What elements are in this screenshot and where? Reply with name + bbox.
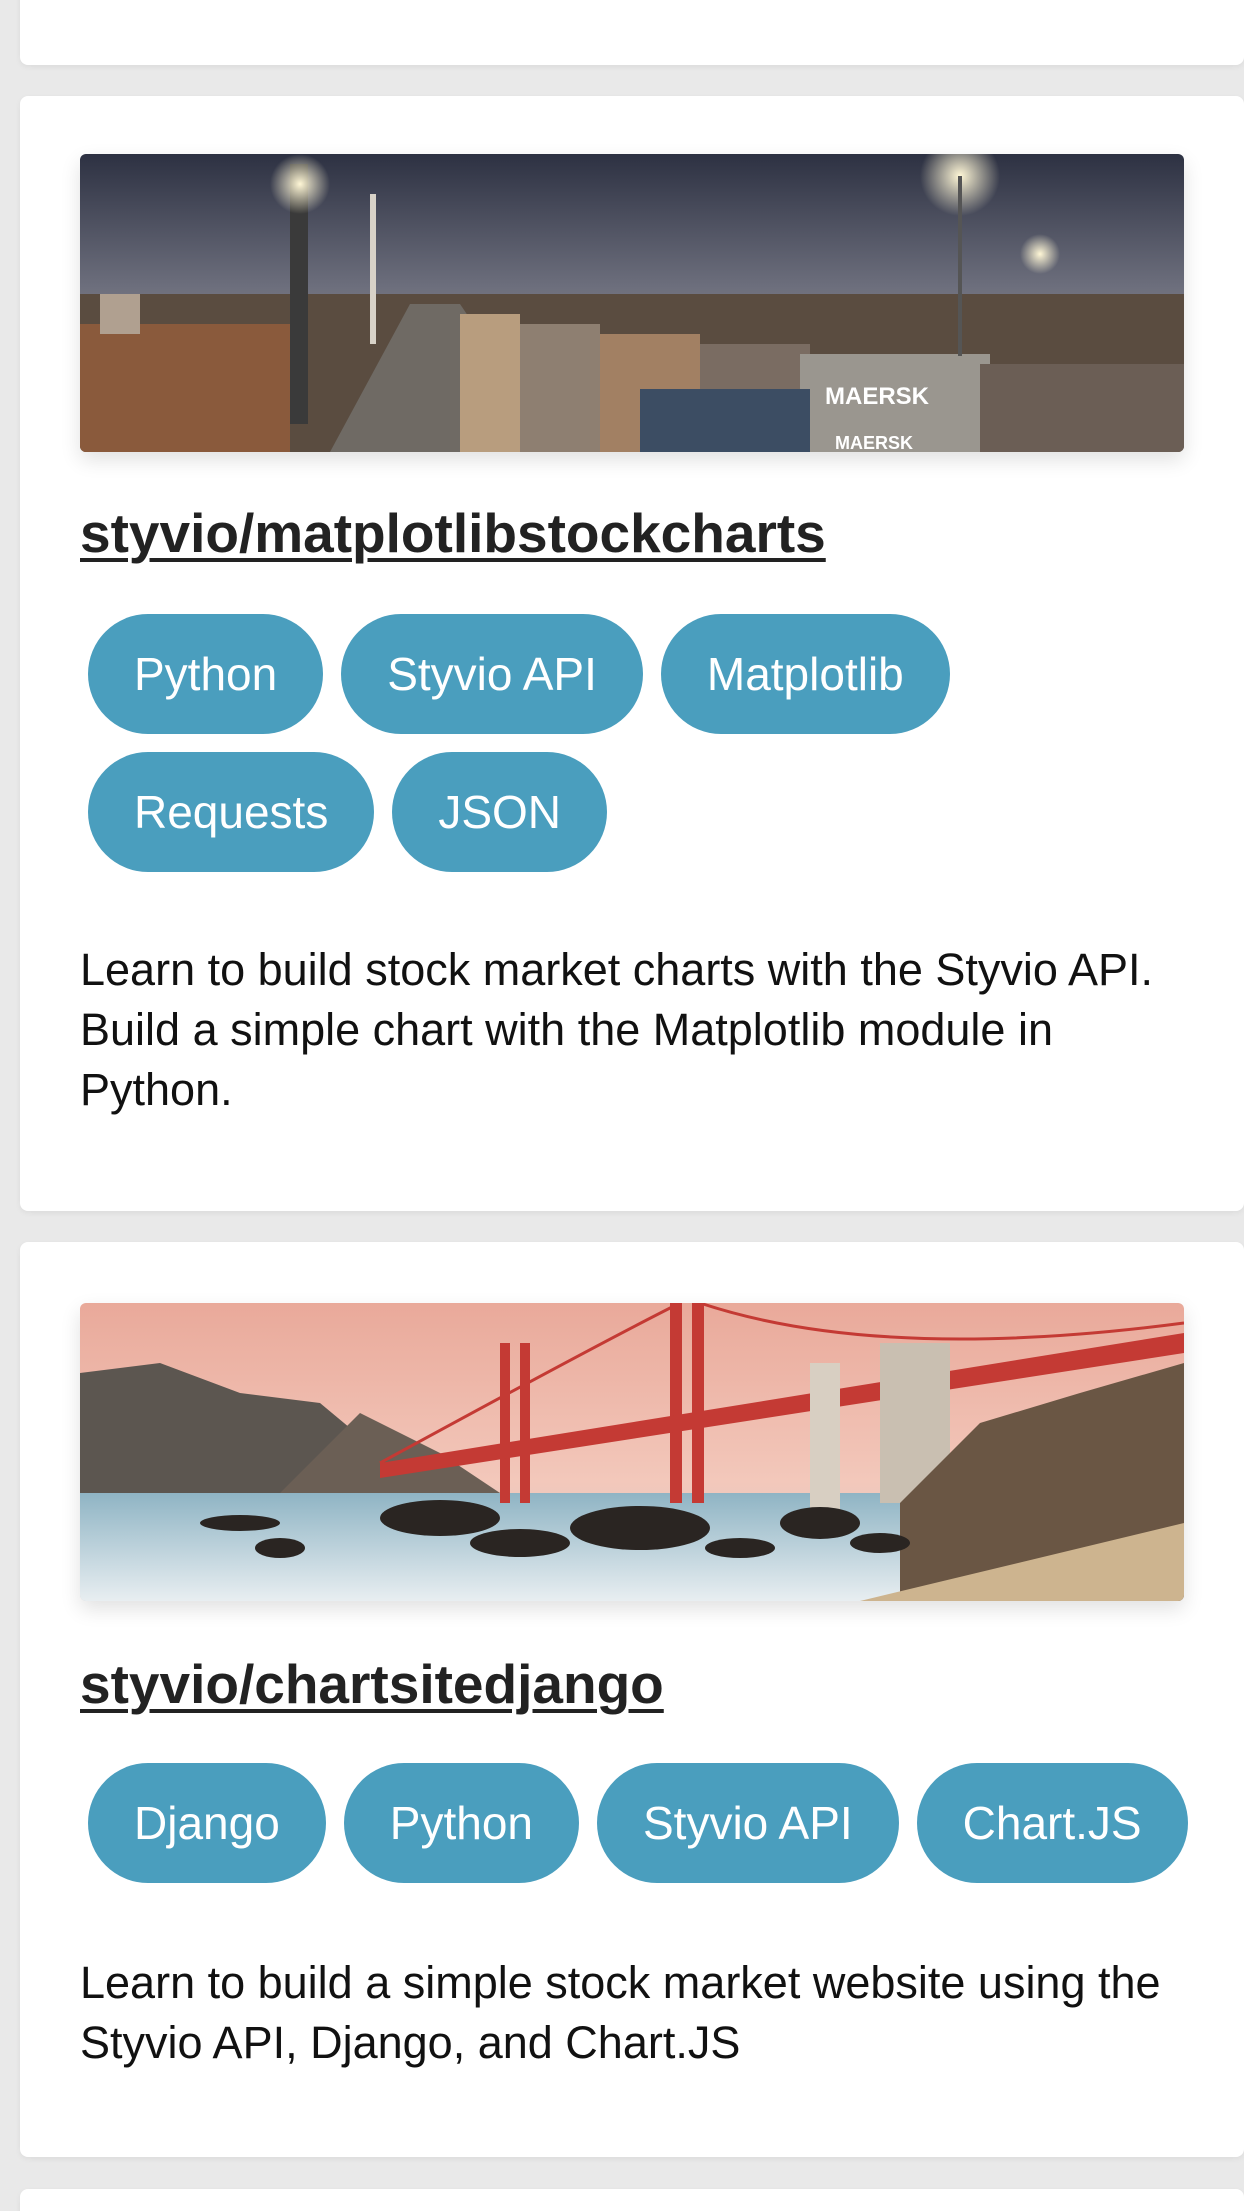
tag-python[interactable]: Python	[88, 614, 324, 734]
repo-title-link[interactable]: styvio/matplotlibstockcharts	[80, 501, 826, 565]
container-brand-label: MAERSK	[825, 383, 930, 410]
previous-card	[20, 0, 1244, 65]
tag-styvio-api[interactable]: Styvio API	[597, 1763, 899, 1883]
next-card	[20, 2189, 1244, 2211]
repo-title-link[interactable]: styvio/chartsitedjango	[80, 1652, 664, 1716]
project-card: MAERSK MAERSK styvio/matplotlibstockchar…	[20, 96, 1244, 1211]
tag-list: Django Python Styvio API Chart.JS	[88, 1763, 1244, 1901]
tag-list: Python Styvio API Matplotlib Requests JS…	[88, 614, 1244, 890]
project-description: Learn to build stock market charts with …	[80, 944, 1153, 1115]
tag-django[interactable]: Django	[88, 1763, 326, 1883]
project-description: Learn to build a simple stock market web…	[80, 1957, 1161, 2068]
project-image-shipping-port: MAERSK MAERSK	[80, 154, 1184, 452]
project-card: styvio/chartsitedjango Django Python Sty…	[20, 1242, 1244, 2157]
tag-requests[interactable]: Requests	[88, 752, 375, 872]
page: MAERSK MAERSK styvio/matplotlibstockchar…	[0, 0, 1244, 2211]
tag-chartjs[interactable]: Chart.JS	[916, 1763, 1188, 1883]
container-brand-label-2: MAERSK	[835, 433, 913, 452]
tag-styvio-api[interactable]: Styvio API	[341, 614, 643, 734]
tag-matplotlib[interactable]: Matplotlib	[660, 614, 950, 734]
tag-python[interactable]: Python	[343, 1763, 579, 1883]
project-image-golden-gate-bridge	[80, 1303, 1184, 1601]
tag-json[interactable]: JSON	[392, 752, 608, 872]
